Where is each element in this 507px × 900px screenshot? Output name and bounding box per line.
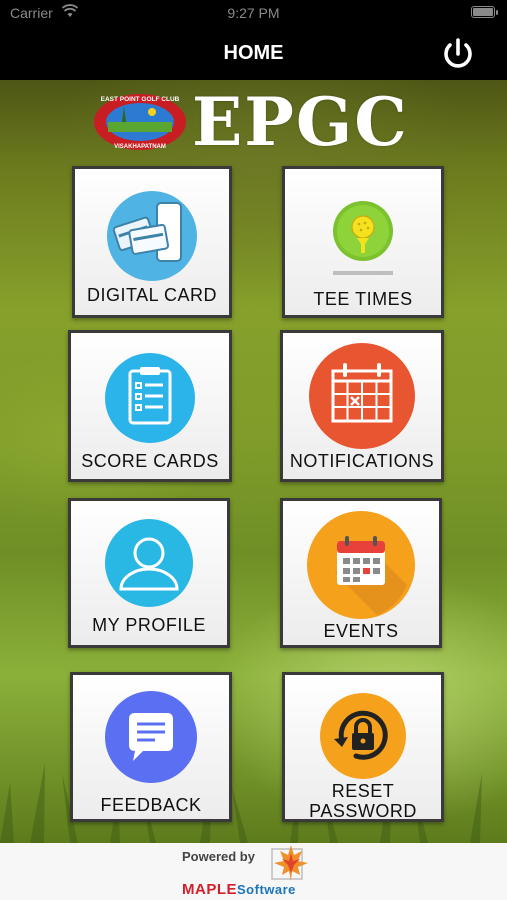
powered-by-label: Powered by — [182, 849, 255, 864]
tee-times-button[interactable]: TEE TIMES — [282, 166, 444, 318]
clipboard-icon — [105, 353, 195, 443]
club-logo: EAST POINT GOLF CLUB VISAKHAPATNAM — [94, 94, 186, 150]
power-icon[interactable] — [438, 34, 478, 74]
maple-brand-text: MAPLE — [182, 881, 237, 898]
logo-ring-bottom: VISAKHAPATNAM — [114, 144, 166, 150]
feedback-button[interactable]: FEEDBACK — [70, 672, 232, 822]
score-cards-button[interactable]: SCORE CARDS — [68, 330, 232, 482]
digital-card-icon — [107, 191, 197, 281]
tee-times-label: TEE TIMES — [313, 289, 413, 309]
golf-ball-tee-icon — [333, 201, 393, 275]
page-title: HOME — [223, 42, 284, 64]
home-content: EAST POINT GOLF CLUB VISAKHAPATNAM EPGC … — [0, 80, 507, 843]
maple-software-logo: MAPLESoftware — [182, 881, 296, 898]
status-bar: Carrier 9:27 PM — [0, 0, 507, 26]
calendar-events-icon — [307, 511, 415, 619]
notifications-label: NOTIFICATIONS — [289, 451, 435, 471]
maple-leaf-icon — [271, 845, 308, 881]
feedback-label: FEEDBACK — [100, 795, 202, 815]
calendar-icon — [309, 343, 415, 449]
events-button[interactable]: EVENTS — [280, 498, 442, 648]
software-brand-text: Software — [237, 882, 296, 897]
reset-password-label-line1: RESET — [331, 781, 395, 801]
footer: Powered by MAPLESoftware — [0, 843, 507, 900]
nav-bar: HOME — [0, 26, 507, 80]
chat-icon — [105, 691, 197, 783]
my-profile-label: MY PROFILE — [92, 615, 206, 635]
lock-reset-icon — [320, 693, 406, 779]
status-time: 9:27 PM — [227, 5, 280, 21]
my-profile-button[interactable]: MY PROFILE — [68, 498, 230, 648]
notifications-button[interactable]: NOTIFICATIONS — [280, 330, 444, 482]
reset-password-label-line2: PASSWORD — [309, 801, 417, 821]
brand-title: EPGC — [192, 83, 409, 161]
reset-password-button[interactable]: RESET PASSWORD — [282, 672, 444, 822]
user-icon — [105, 519, 193, 607]
digital-card-button[interactable]: DIGITAL CARD — [72, 166, 232, 318]
reset-password-label: RESET PASSWORD — [285, 781, 441, 821]
events-label: EVENTS — [323, 621, 399, 641]
score-cards-label: SCORE CARDS — [81, 451, 219, 471]
battery-icon — [471, 6, 498, 18]
digital-card-label: DIGITAL CARD — [86, 285, 217, 305]
logo-ring-top: EAST POINT GOLF CLUB — [101, 96, 180, 103]
